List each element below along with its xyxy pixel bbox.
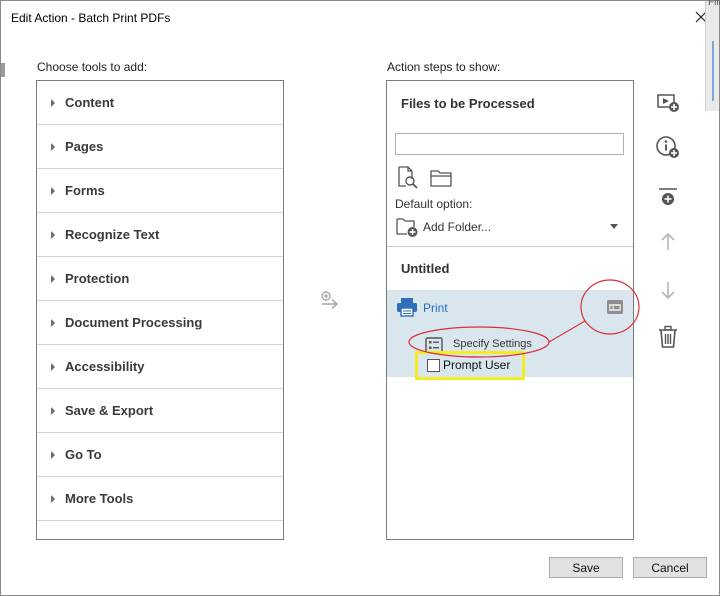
add-instruction-button[interactable]: [651, 132, 685, 162]
tools-list: Content Pages Forms Recognize Text Prote…: [36, 80, 284, 540]
caret-right-icon: [51, 230, 55, 239]
panel-divider: [387, 246, 633, 247]
add-folder-dropdown[interactable]: Add Folder...: [395, 215, 624, 239]
caret-right-icon: [51, 450, 55, 459]
delete-step-button[interactable]: [651, 322, 685, 352]
default-option-label: Default option:: [395, 197, 473, 211]
dialog-title: Edit Action - Batch Print PDFs: [11, 11, 171, 25]
add-to-steps-button[interactable]: [319, 290, 341, 312]
tool-category-save-export[interactable]: Save & Export: [37, 389, 283, 433]
settings-list-icon: [425, 337, 443, 353]
tool-category-pages[interactable]: Pages: [37, 125, 283, 169]
tool-category-recognize-text[interactable]: Recognize Text: [37, 213, 283, 257]
tool-category-more-tools[interactable]: More Tools: [37, 477, 283, 521]
tool-category-forms[interactable]: Forms: [37, 169, 283, 213]
caret-right-icon: [51, 494, 55, 503]
folder-icon: [430, 170, 452, 187]
add-folder-icon: [396, 218, 418, 237]
cancel-button[interactable]: Cancel: [633, 557, 707, 578]
add-step-button[interactable]: [651, 87, 685, 117]
caret-right-icon: [51, 362, 55, 371]
add-arrow-icon: [321, 291, 339, 310]
action-steps-panel: Files to be Processed Default option: Ad…: [386, 80, 634, 540]
prompt-user-label: Prompt User: [443, 358, 511, 372]
browse-folder-button[interactable]: [429, 167, 453, 189]
print-step[interactable]: Print Specify Settings Prompt User: [387, 290, 633, 377]
step-options-button[interactable]: [606, 299, 624, 315]
add-folder-label: Add Folder...: [423, 220, 492, 234]
tool-category-document-processing[interactable]: Document Processing: [37, 301, 283, 345]
print-step-label: Print: [423, 301, 448, 315]
background-window-bar: [712, 41, 714, 101]
arrow-up-icon: [661, 232, 675, 250]
add-step-icon: [657, 94, 679, 112]
tool-category-accessibility[interactable]: Accessibility: [37, 345, 283, 389]
trash-icon: [659, 325, 677, 348]
background-window-text: Files: [708, 0, 720, 8]
prompt-user-checkbox[interactable]: [427, 359, 440, 372]
title-bar: Edit Action - Batch Print PDFs: [1, 1, 719, 35]
browse-files-button[interactable]: [395, 165, 419, 189]
add-separator-icon: [659, 188, 677, 205]
add-instruction-icon: [656, 136, 679, 158]
move-up-button[interactable]: [651, 227, 685, 257]
caret-right-icon: [51, 186, 55, 195]
action-steps-label: Action steps to show:: [387, 60, 501, 74]
edit-action-dialog: Edit Action - Batch Print PDFs Files Cho…: [0, 0, 720, 596]
tool-category-go-to[interactable]: Go To: [37, 433, 283, 477]
background-window-notch: [1, 63, 5, 77]
chevron-down-icon: [610, 224, 618, 229]
background-window-edge: Files: [705, 0, 720, 111]
document-search-icon: [398, 166, 418, 189]
files-input[interactable]: [395, 133, 624, 155]
add-separator-button[interactable]: [651, 182, 685, 212]
options-icon: [607, 300, 623, 314]
untitled-group-title: Untitled: [401, 261, 450, 276]
tool-category-protection[interactable]: Protection: [37, 257, 283, 301]
caret-right-icon: [51, 274, 55, 283]
arrow-down-icon: [661, 282, 675, 300]
specify-settings-label: Specify Settings: [453, 338, 532, 350]
files-to-be-processed-header: Files to be Processed: [401, 96, 535, 111]
caret-right-icon: [51, 142, 55, 151]
caret-right-icon: [51, 98, 55, 107]
choose-tools-label: Choose tools to add:: [37, 60, 148, 74]
caret-right-icon: [51, 318, 55, 327]
caret-right-icon: [51, 406, 55, 415]
move-down-button[interactable]: [651, 275, 685, 305]
tool-category-content[interactable]: Content: [37, 81, 283, 125]
save-button[interactable]: Save: [549, 557, 623, 578]
printer-icon: [397, 298, 417, 317]
